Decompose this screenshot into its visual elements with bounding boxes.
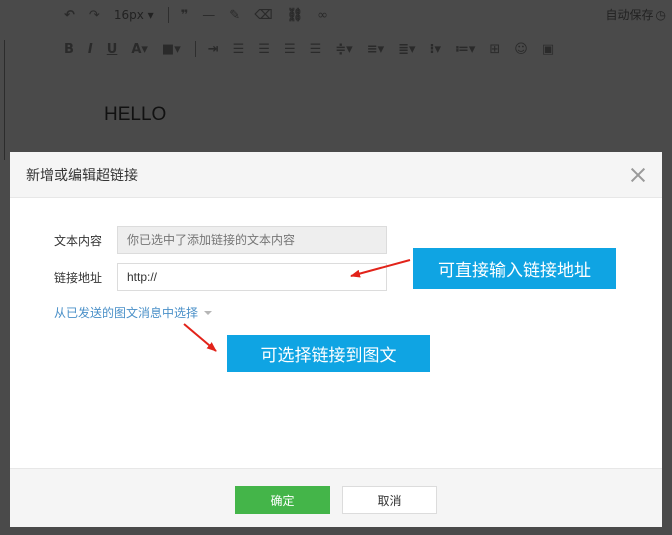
align-right-icon[interactable]: ☰ bbox=[284, 42, 296, 57]
clear-format-icon[interactable]: ⌫ bbox=[254, 8, 272, 23]
cancel-button[interactable]: 取消 bbox=[342, 486, 437, 514]
image-icon[interactable]: ▣ bbox=[542, 42, 554, 57]
editor-toolbar-row-2: B I U A▾ ■▾ ⇥ ☰ ☰ ☰ ☰ ≑▾ ≡▾ ≣▾ ⁝▾ ≔▾ ⊞ ☺… bbox=[64, 34, 568, 64]
horizontal-rule-icon[interactable]: — bbox=[202, 8, 215, 23]
undo-icon[interactable]: ↶ bbox=[64, 8, 75, 23]
ordered-list-icon[interactable]: ≔▾ bbox=[455, 42, 475, 57]
toolbar-divider bbox=[167, 7, 169, 23]
editor-content-text: HELLO bbox=[104, 104, 167, 125]
pick-from-sent-link[interactable]: 从已发送的图文消息中选择 bbox=[54, 304, 213, 321]
text-content-input bbox=[117, 226, 387, 254]
dialog-header: 新增或编辑超链接 bbox=[10, 152, 662, 198]
table-icon[interactable]: ⊞ bbox=[489, 42, 500, 57]
letter-spacing-icon[interactable]: ≣▾ bbox=[398, 42, 415, 57]
link-address-row: 链接地址 bbox=[10, 263, 387, 291]
link-address-label: 链接地址 bbox=[54, 270, 103, 285]
unlink-icon[interactable]: ∞ bbox=[317, 8, 328, 23]
close-icon[interactable] bbox=[630, 167, 646, 183]
italic-icon[interactable]: I bbox=[88, 42, 93, 57]
autosave-label: 自动保存 bbox=[605, 8, 654, 22]
dialog-footer: 确定 取消 bbox=[10, 468, 662, 527]
quote-icon[interactable]: ❞ bbox=[181, 8, 189, 23]
underline-icon[interactable]: U bbox=[107, 42, 118, 57]
editor-toolbar-row-1: ↶ ↷ 16px ▾ ❞ — ✎ ⌫ ⛓ ∞ bbox=[64, 0, 342, 30]
autosave-toggle[interactable]: 自动保存 ◷ bbox=[606, 6, 667, 23]
clock-icon: ◷ bbox=[655, 7, 666, 22]
align-justify-icon[interactable]: ☰ bbox=[310, 42, 322, 57]
font-size-select[interactable]: 16px ▾ bbox=[114, 8, 154, 22]
hyperlink-dialog: 新增或编辑超链接 文本内容 链接地址 从已发送的图文消息中选择 可直接输入链接地… bbox=[10, 152, 662, 527]
confirm-button[interactable]: 确定 bbox=[235, 486, 330, 514]
bg-color-icon[interactable]: ■▾ bbox=[162, 42, 181, 57]
paragraph-spacing-icon[interactable]: ≡▾ bbox=[367, 42, 384, 57]
line-height-icon[interactable]: ≑▾ bbox=[335, 42, 352, 57]
chevron-down-icon bbox=[204, 310, 213, 315]
callout-select-article: 可选择链接到图文 bbox=[227, 335, 430, 372]
format-brush-icon[interactable]: ✎ bbox=[229, 8, 240, 23]
align-left-icon[interactable]: ☰ bbox=[233, 42, 245, 57]
link-address-input[interactable] bbox=[117, 263, 387, 291]
emoji-icon[interactable]: ☺ bbox=[514, 42, 528, 57]
redo-icon[interactable]: ↷ bbox=[89, 8, 100, 23]
editor-margin-rule bbox=[4, 40, 5, 160]
link-icon[interactable]: ⛓ bbox=[287, 8, 304, 23]
font-color-icon[interactable]: A▾ bbox=[131, 42, 148, 57]
text-content-label: 文本内容 bbox=[54, 233, 103, 248]
callout-direct-input: 可直接输入链接地址 bbox=[413, 248, 616, 289]
indent-icon[interactable]: ⇥ bbox=[208, 42, 219, 57]
list-icon[interactable]: ⁝▾ bbox=[430, 42, 441, 57]
align-center-icon[interactable]: ☰ bbox=[258, 42, 270, 57]
toolbar-divider bbox=[194, 41, 196, 57]
arrow-to-pick-link bbox=[183, 323, 217, 352]
font-size-value: 16px bbox=[113, 8, 144, 22]
dialog-title: 新增或编辑超链接 bbox=[26, 167, 138, 184]
text-content-row: 文本内容 bbox=[10, 226, 387, 254]
bold-icon[interactable]: B bbox=[64, 42, 74, 57]
pick-from-sent-label: 从已发送的图文消息中选择 bbox=[54, 306, 199, 320]
